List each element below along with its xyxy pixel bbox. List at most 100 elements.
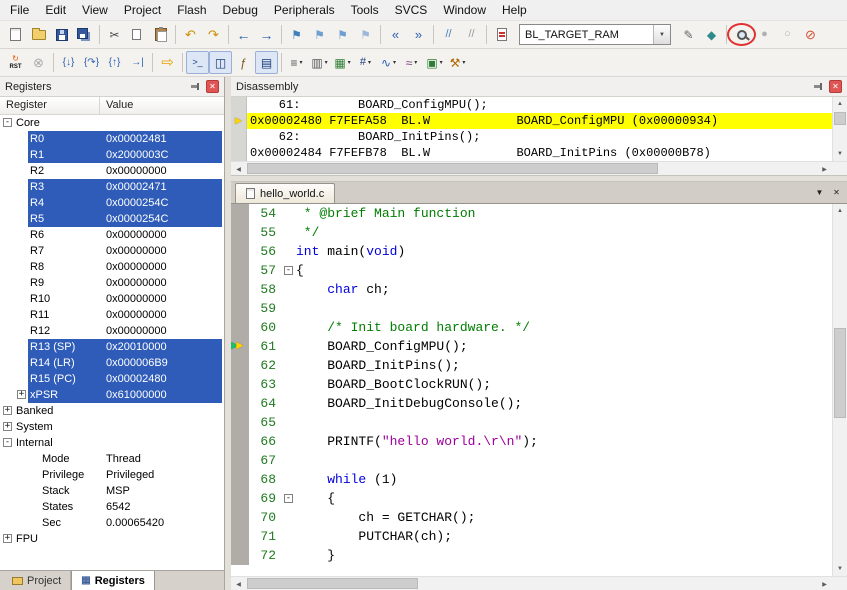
scroll-right-icon[interactable]: ▶ xyxy=(817,577,832,590)
serial-window-button[interactable]: #▾ xyxy=(354,51,377,74)
chevron-down-icon[interactable]: ▼ xyxy=(653,25,670,44)
symbol-window-button[interactable]: ƒ xyxy=(232,51,255,74)
code-line-55[interactable]: 55 */ xyxy=(231,223,832,242)
tree-expander-icon[interactable]: + xyxy=(3,422,12,431)
options-for-target-button[interactable]: ✎ xyxy=(677,23,700,46)
register-row-xpsr[interactable]: +xPSR0x61000000 xyxy=(0,387,224,403)
kill-all-breakpoints-button[interactable]: ⊘ xyxy=(799,23,822,46)
code-area[interactable]: 54 * @brief Main function55 */56int main… xyxy=(231,204,832,576)
register-row-r7[interactable]: R70x00000000 xyxy=(0,243,224,259)
scroll-up-icon[interactable]: ▲ xyxy=(833,97,847,111)
uncomment-button[interactable]: // xyxy=(460,23,483,46)
bookmark-clear-all-button[interactable]: ⚑ xyxy=(354,23,377,46)
breakpoint-gutter[interactable] xyxy=(231,489,249,508)
register-row-internal[interactable]: -Internal xyxy=(0,435,224,451)
breakpoint-gutter[interactable] xyxy=(231,242,249,261)
scrollbar-thumb[interactable] xyxy=(247,578,418,589)
register-row-r9[interactable]: R90x00000000 xyxy=(0,275,224,291)
navigate-back-button[interactable]: ← xyxy=(232,23,255,46)
menu-file[interactable]: File xyxy=(2,0,37,20)
code-line-64[interactable]: 64 BOARD_InitDebugConsole(); xyxy=(231,394,832,413)
breakpoint-gutter[interactable] xyxy=(231,261,249,280)
menu-window[interactable]: Window xyxy=(435,0,494,20)
insert-breakpoint-button[interactable]: ● xyxy=(753,23,776,46)
breakpoint-gutter[interactable] xyxy=(231,280,249,299)
save-button[interactable] xyxy=(50,23,73,46)
reset-button[interactable]: ↻RST xyxy=(4,51,27,74)
register-row-r0[interactable]: R00x00002481 xyxy=(0,131,224,147)
menu-svcs[interactable]: SVCS xyxy=(387,0,436,20)
command-window-button[interactable]: >_ xyxy=(186,51,209,74)
disassembly-current-line[interactable]: 0x00002480 F7FEFA58 BL.W BOARD_ConfigMPU… xyxy=(247,113,832,129)
register-row-r10[interactable]: R100x00000000 xyxy=(0,291,224,307)
chevron-down-icon[interactable]: ▾ xyxy=(440,59,443,66)
step-out-button[interactable]: {↑} xyxy=(103,51,126,74)
register-row-sec[interactable]: Sec0.00065420 xyxy=(0,515,224,531)
bookmark-toggle-button[interactable]: ⚑ xyxy=(285,23,308,46)
tree-expander-icon[interactable]: - xyxy=(3,118,12,127)
register-row-r2[interactable]: R20x00000000 xyxy=(0,163,224,179)
menu-help[interactable]: Help xyxy=(494,0,535,20)
manage-rte-button[interactable]: ◆ xyxy=(700,23,723,46)
system-viewer-window-button[interactable]: ▣▾ xyxy=(423,51,446,74)
chevron-down-icon[interactable]: ▾ xyxy=(368,59,371,66)
tree-expander-icon[interactable]: + xyxy=(17,390,26,399)
chevron-down-icon[interactable]: ▾ xyxy=(393,59,396,66)
register-row-states[interactable]: States6542 xyxy=(0,499,224,515)
scrollbar-track[interactable] xyxy=(246,577,817,590)
breakpoint-gutter[interactable] xyxy=(231,508,249,527)
chevron-down-icon[interactable]: ▾ xyxy=(325,59,328,66)
navigate-forward-button[interactable]: → xyxy=(255,23,278,46)
stop-button[interactable]: ⊗ xyxy=(27,51,50,74)
register-row-r15-pc[interactable]: R15 (PC)0x00002480 xyxy=(0,371,224,387)
register-row-system[interactable]: +System xyxy=(0,419,224,435)
menu-peripherals[interactable]: Peripherals xyxy=(266,0,343,20)
toolbox-button[interactable]: ⚒▾ xyxy=(446,51,469,74)
breakpoint-gutter[interactable] xyxy=(231,318,249,337)
step-into-button[interactable]: {↓} xyxy=(57,51,80,74)
undo-button[interactable]: ↶ xyxy=(179,23,202,46)
indent-button[interactable]: » xyxy=(407,23,430,46)
bookmark-previous-button[interactable]: ⚑ xyxy=(308,23,331,46)
disassembly-line[interactable]: 61: BOARD_ConfigMPU(); xyxy=(247,97,832,113)
disassembly-line[interactable]: 0x00002484 F7FEFB78 BL.W BOARD_InitPins … xyxy=(247,145,832,161)
tab-list-chevron-icon[interactable]: ▼ xyxy=(812,185,827,200)
breakpoint-gutter[interactable]: ►► xyxy=(231,337,249,356)
register-row-r13-sp[interactable]: R13 (SP)0x20010000 xyxy=(0,339,224,355)
disassembly-window-button[interactable]: ◫ xyxy=(209,51,232,74)
code-line-65[interactable]: 65 xyxy=(231,413,832,432)
register-row-mode[interactable]: ModeThread xyxy=(0,451,224,467)
scroll-down-icon[interactable]: ▼ xyxy=(833,562,847,576)
step-over-button[interactable]: {↷} xyxy=(80,51,103,74)
breakpoint-gutter[interactable] xyxy=(231,394,249,413)
breakpoint-gutter[interactable] xyxy=(231,527,249,546)
register-row-r14-lr[interactable]: R14 (LR)0x000006B9 xyxy=(0,355,224,371)
paste-button[interactable] xyxy=(149,23,172,46)
breakpoint-gutter[interactable] xyxy=(231,299,249,318)
debug-session-button[interactable] xyxy=(730,23,753,46)
scroll-up-icon[interactable]: ▲ xyxy=(833,204,847,218)
fold-marker-icon[interactable]: - xyxy=(284,494,293,503)
breakpoint-gutter[interactable] xyxy=(231,451,249,470)
tab-hello-world-c[interactable]: hello_world.c xyxy=(235,183,335,203)
register-row-core[interactable]: -Core xyxy=(0,115,224,131)
register-row-r6[interactable]: R60x00000000 xyxy=(0,227,224,243)
code-line-56[interactable]: 56int main(void) xyxy=(231,242,832,261)
scrollbar-track[interactable] xyxy=(833,218,847,562)
code-line-68[interactable]: 68 while (1) xyxy=(231,470,832,489)
chevron-down-icon[interactable]: ▾ xyxy=(414,59,417,66)
scrollbar-thumb[interactable] xyxy=(834,328,846,417)
menu-edit[interactable]: Edit xyxy=(37,0,74,20)
menu-project[interactable]: Project xyxy=(116,0,169,20)
code-line-69[interactable]: 69- { xyxy=(231,489,832,508)
chevron-down-icon[interactable]: ▾ xyxy=(300,59,303,66)
tab-registers[interactable]: ▦Registers xyxy=(71,571,155,590)
scrollbar-track[interactable] xyxy=(246,162,817,175)
scroll-down-icon[interactable]: ▼ xyxy=(833,147,847,161)
run-to-cursor-button[interactable]: →| xyxy=(126,51,149,74)
code-line-62[interactable]: 62 BOARD_InitPins(); xyxy=(231,356,832,375)
menu-tools[interactable]: Tools xyxy=(343,0,387,20)
chevron-down-icon[interactable]: ▾ xyxy=(348,59,351,66)
breakpoint-gutter[interactable] xyxy=(231,356,249,375)
register-row-r8[interactable]: R80x00000000 xyxy=(0,259,224,275)
